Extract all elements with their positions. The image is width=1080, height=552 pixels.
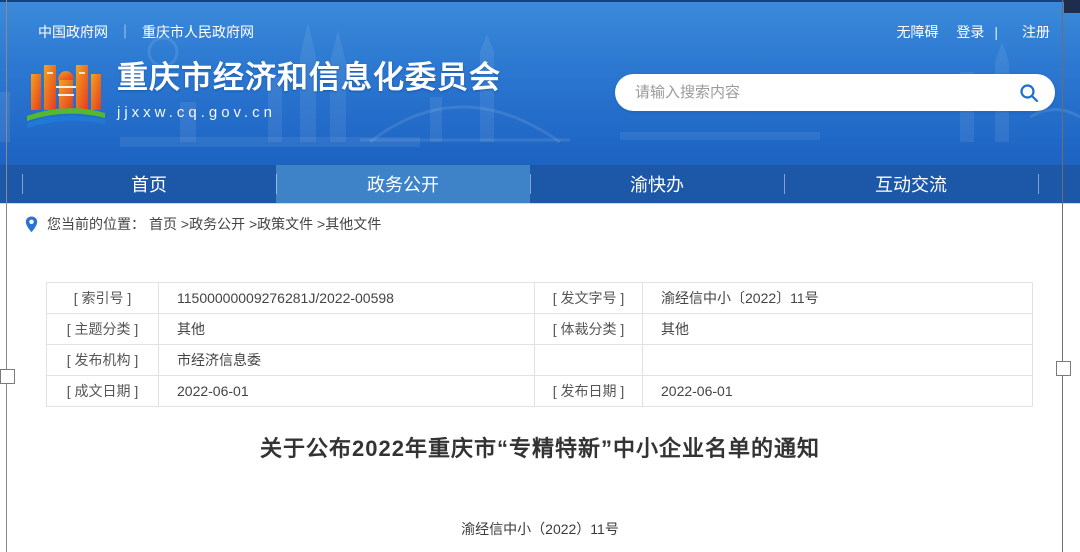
gov-links: 中国政府网 ｜ 重庆市人民政府网 xyxy=(38,22,254,42)
article-title: 关于公布2022年重庆市“专精特新”中小企业名单的通知 xyxy=(0,431,1080,463)
accessibility-link[interactable]: 无障碍 xyxy=(896,24,938,40)
breadcrumb-path[interactable]: 首页 >政务公开 >政策文件 >其他文件 xyxy=(149,214,381,234)
brand-text: 重庆市经济和信息化委员会 jjxxw.cq.gov.cn xyxy=(117,60,501,121)
meta-label-index-number: [ 索引号 ] xyxy=(47,283,159,314)
scrollbar-corner xyxy=(1064,0,1080,13)
meta-label-written-date: [ 成文日期 ] xyxy=(47,376,159,407)
meta-value-genre-category: 其他 xyxy=(643,314,1033,345)
meta-value-doc-symbol: 渝经信中小〔2022〕11号 xyxy=(643,283,1033,314)
search-input[interactable] xyxy=(633,83,1017,102)
meta-label-genre-category: [ 体裁分类 ] xyxy=(535,314,643,345)
site-search xyxy=(615,74,1055,111)
top-utility-bar: 中国政府网 ｜ 重庆市人民政府网 无障碍 登录 | 注册 xyxy=(0,2,1080,42)
site-title: 重庆市经济和信息化委员会 xyxy=(117,60,501,96)
page-edge-line-left xyxy=(6,0,7,552)
link-china-gov[interactable]: 中国政府网 xyxy=(38,24,108,40)
site-brand: 重庆市经济和信息化委员会 jjxxw.cq.gov.cn xyxy=(25,58,501,132)
nav-item-gov-disclosure[interactable]: 政务公开 xyxy=(276,165,530,203)
selection-handle-left xyxy=(0,369,15,384)
meta-label-issuing-agency: [ 发布机构 ] xyxy=(47,345,159,376)
main-nav: 首页 政务公开 渝快办 互动交流 xyxy=(0,165,1080,203)
breadcrumb-prefix: 您当前的位置： xyxy=(47,214,145,234)
register-link[interactable]: 注册 xyxy=(1022,24,1050,40)
meta-value-subject-category: 其他 xyxy=(159,314,535,345)
meta-label-publish-date: [ 发布日期 ] xyxy=(535,376,643,407)
nav-item-home[interactable]: 首页 xyxy=(22,165,276,203)
agency-logo-icon[interactable] xyxy=(25,58,107,132)
table-row: [ 成文日期 ] 2022-06-01 [ 发布日期 ] 2022-06-01 xyxy=(47,376,1033,407)
meta-value-empty xyxy=(643,345,1033,376)
selection-handle-right xyxy=(1056,361,1071,376)
site-header: 中国政府网 ｜ 重庆市人民政府网 无障碍 登录 | 注册 xyxy=(0,0,1080,165)
table-row: [ 发布机构 ] 市经济信息委 xyxy=(47,345,1033,376)
page-edge-line-right xyxy=(1062,0,1063,552)
login-link[interactable]: 登录 xyxy=(956,24,984,40)
location-pin-icon xyxy=(25,216,38,233)
article-doc-number: 渝经信中小（2022）11号 xyxy=(0,519,1080,539)
nav-item-interaction[interactable]: 互动交流 xyxy=(784,165,1038,203)
account-divider: | xyxy=(994,24,998,40)
breadcrumb: 您当前的位置： 首页 >政务公开 >政策文件 >其他文件 xyxy=(0,203,1080,246)
account-links: 无障碍 登录 | 注册 xyxy=(882,22,1050,42)
link-chongqing-gov[interactable]: 重庆市人民政府网 xyxy=(142,24,254,40)
meta-label-doc-symbol: [ 发文字号 ] xyxy=(535,283,643,314)
search-icon[interactable] xyxy=(1017,81,1041,105)
meta-value-issuing-agency: 市经济信息委 xyxy=(159,345,535,376)
table-row: [ 主题分类 ] 其他 [ 体裁分类 ] 其他 xyxy=(47,314,1033,345)
nav-item-yukuaiban[interactable]: 渝快办 xyxy=(530,165,784,203)
topbar-divider: ｜ xyxy=(118,24,132,40)
site-url: jjxxw.cq.gov.cn xyxy=(117,104,501,121)
meta-value-publish-date: 2022-06-01 xyxy=(643,376,1033,407)
table-row: [ 索引号 ] 11500000009276281J/2022-00598 [ … xyxy=(47,283,1033,314)
meta-value-written-date: 2022-06-01 xyxy=(159,376,535,407)
main-nav-inner: 首页 政务公开 渝快办 互动交流 xyxy=(22,165,1058,203)
meta-label-subject-category: [ 主题分类 ] xyxy=(47,314,159,345)
meta-value-index-number: 11500000009276281J/2022-00598 xyxy=(159,283,535,314)
meta-label-empty xyxy=(535,345,643,376)
document-meta-table: [ 索引号 ] 11500000009276281J/2022-00598 [ … xyxy=(46,282,1033,407)
